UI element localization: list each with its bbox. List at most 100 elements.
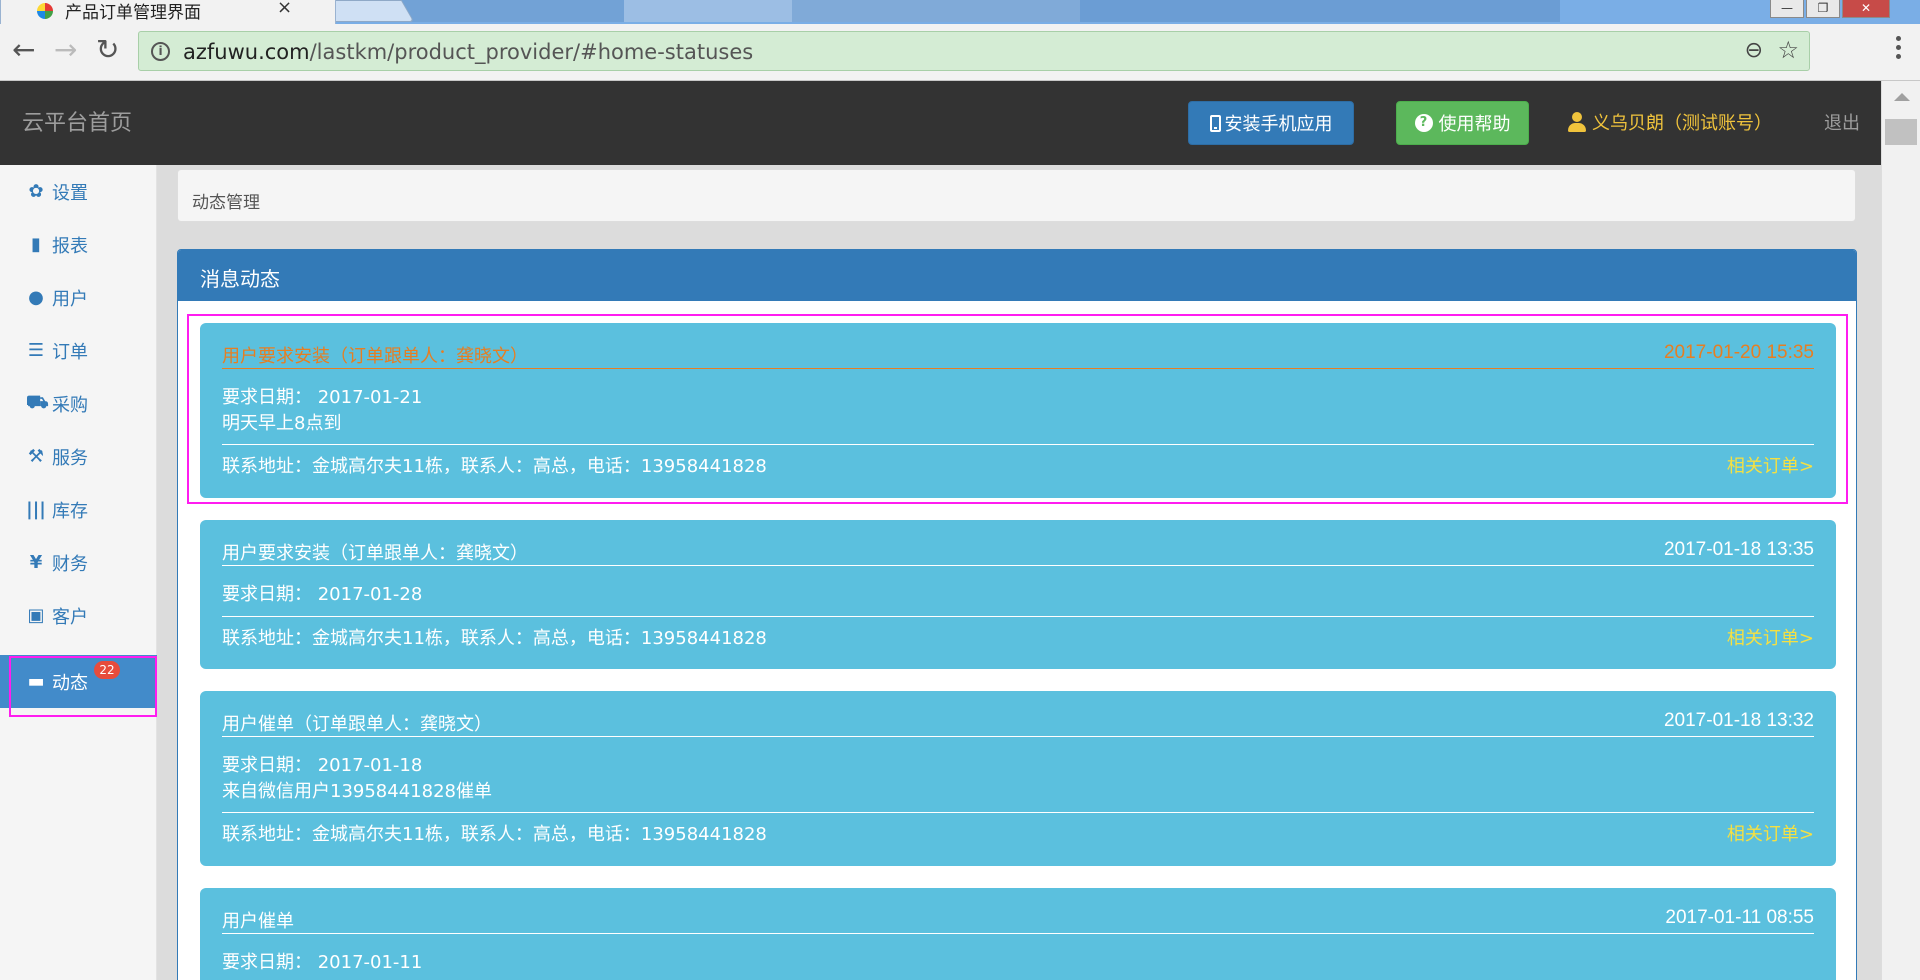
card-contact: 联系地址：金城高尔夫11栋，联系人：高总，电话：13958441828 — [222, 824, 767, 845]
card-time: 2017-01-11 08:55 — [1665, 907, 1814, 928]
card-date-line: 要求日期： 2017-01-18 — [222, 755, 423, 776]
card-header: 用户催单（订单跟单人：龚晓文） 2017-01-18 13:32 — [222, 710, 1814, 737]
sidebar-item-reports[interactable]: ▮ 报表 — [0, 218, 157, 271]
bar-chart-icon: ▮ — [31, 234, 41, 255]
card-header: 用户要求安装（订单跟单人：龚晓文） 2017-01-20 15:35 — [222, 342, 1814, 369]
breadcrumb: 动态管理 — [177, 169, 1856, 222]
help-label: 使用帮助 — [1438, 114, 1511, 135]
sidebar-item-purchasing[interactable]: ⛟ 采购 — [0, 377, 157, 430]
panel-title: 消息动态 — [178, 250, 1856, 301]
reload-icon[interactable]: ↻ — [96, 36, 119, 64]
info-icon[interactable]: i — [151, 42, 170, 61]
browser-tab[interactable]: 产品订单管理界面 × — [0, 0, 336, 24]
sidebar-item-label: 库存 — [52, 500, 88, 522]
mobile-phone-icon — [1209, 114, 1221, 132]
url-host: azfuwu.com — [183, 40, 310, 64]
yen-icon: ¥ — [29, 552, 43, 573]
sidebar-item-finance[interactable]: ¥ 财务 — [0, 536, 157, 589]
app-navbar: 云平台首页 安装手机应用 ? 使用帮助 义乌贝朗（测试账号） 退出 — [0, 81, 1881, 165]
browser-toolbar: ← → ↻ i azfuwu.com/lastkm/product_provid… — [0, 24, 1920, 81]
card-title: 用户要求安装（订单跟单人：龚晓文） — [222, 543, 528, 564]
card-date-line: 要求日期： 2017-01-21 — [222, 387, 423, 408]
brand-link[interactable]: 云平台首页 — [22, 105, 132, 137]
user-icon: ● — [28, 287, 44, 308]
related-order-link[interactable]: 相关订单> — [1727, 452, 1814, 478]
minimize-button[interactable]: — — [1770, 0, 1804, 18]
user-account-link[interactable]: 义乌贝朗（测试账号） — [1568, 109, 1772, 135]
install-app-button[interactable]: 安装手机应用 — [1188, 101, 1354, 145]
card-note: 明天早上8点到 — [222, 413, 342, 434]
list-icon: ☰ — [27, 340, 45, 361]
page-scrollbar[interactable] — [1881, 81, 1920, 980]
logout-link[interactable]: 退出 — [1824, 109, 1860, 135]
related-order-link[interactable]: 相关订单> — [1727, 624, 1814, 650]
sidebar-item-label: 客户 — [52, 606, 88, 628]
close-window-button[interactable]: ✕ — [1842, 0, 1890, 18]
card-divider — [222, 616, 1814, 617]
activity-card: 用户催单（订单跟单人：龚晓文） 2017-01-18 13:32 要求日期： 2… — [200, 691, 1836, 866]
briefcase-icon: ▣ — [27, 605, 45, 626]
background-tabs — [360, 0, 1560, 22]
sidebar: ✿ 设置 ▮ 报表 ● 用户 ☰ 订单 ⛟ 采购 ⚒ 服务 ||| 库存 ¥ 财… — [0, 165, 157, 980]
zoom-icon[interactable]: ⊖ — [1745, 38, 1763, 63]
gear-icon: ✿ — [28, 181, 44, 202]
question-circle-icon: ? — [1414, 114, 1433, 132]
activity-card: 用户要求安装（订单跟单人：龚晓文） 2017-01-18 13:35 要求日期：… — [200, 520, 1836, 669]
scroll-up-arrow-icon[interactable] — [1894, 93, 1910, 101]
window-controls: — ❐ ✕ — [1770, 0, 1920, 22]
maximize-button[interactable]: ❐ — [1806, 0, 1840, 18]
browser-menu-icon[interactable] — [1896, 36, 1902, 63]
sidebar-item-service[interactable]: ⚒ 服务 — [0, 430, 157, 483]
sidebar-item-label: 用户 — [52, 288, 88, 310]
related-order-link[interactable]: 相关订单> — [1727, 820, 1814, 846]
sidebar-item-label: 财务 — [52, 553, 88, 575]
forward-arrow-icon[interactable]: → — [54, 36, 77, 64]
sidebar-item-label: 服务 — [52, 447, 88, 469]
sidebar-item-settings[interactable]: ✿ 设置 — [0, 165, 157, 218]
card-title: 用户催单（订单跟单人：龚晓文） — [222, 714, 492, 735]
card-note: 来自微信用户13958441828催单 — [222, 781, 492, 802]
card-time: 2017-01-18 13:35 — [1663, 539, 1814, 560]
activity-card: 用户要求安装（订单跟单人：龚晓文） 2017-01-20 15:35 要求日期：… — [200, 323, 1836, 498]
card-date-line: 要求日期： 2017-01-28 — [222, 584, 423, 605]
card-time: 2017-01-20 15:35 — [1663, 342, 1814, 363]
sidebar-item-customers[interactable]: ▣ 客户 — [0, 589, 157, 642]
user-icon — [1568, 112, 1586, 132]
card-contact: 联系地址：金城高尔夫11栋，联系人：高总，电话：13958441828 — [222, 456, 767, 477]
card-title: 用户催单 — [222, 911, 294, 932]
activity-panel: 消息动态 用户要求安装（订单跟单人：龚晓文） 2017-01-20 15:35 … — [177, 249, 1857, 980]
card-divider — [222, 444, 1814, 445]
card-header: 用户催单 2017-01-11 08:55 — [222, 907, 1814, 934]
address-bar[interactable]: i azfuwu.com/lastkm/product_provider/#ho… — [138, 31, 1810, 71]
sidebar-item-inventory[interactable]: ||| 库存 — [0, 483, 157, 536]
url-text[interactable]: azfuwu.com/lastkm/product_provider/#home… — [183, 40, 753, 64]
sidebar-item-label: 报表 — [52, 235, 88, 257]
card-title: 用户要求安装（订单跟单人：龚晓文） — [222, 346, 528, 367]
help-button[interactable]: ? 使用帮助 — [1396, 101, 1529, 145]
tab-title: 产品订单管理界面 — [65, 3, 201, 23]
favicon-icon — [37, 3, 53, 19]
tab-close-icon[interactable]: × — [277, 0, 292, 18]
sidebar-item-label: 采购 — [52, 394, 88, 416]
bookmark-star-icon[interactable]: ☆ — [1777, 36, 1799, 64]
card-divider — [222, 812, 1814, 813]
back-arrow-icon[interactable]: ← — [12, 36, 35, 64]
wrench-icon: ⚒ — [27, 446, 45, 467]
sidebar-item-label: 设置 — [52, 182, 88, 204]
card-header: 用户要求安装（订单跟单人：龚晓文） 2017-01-18 13:35 — [222, 539, 1814, 566]
card-contact: 联系地址：金城高尔夫11栋，联系人：高总，电话：13958441828 — [222, 628, 767, 649]
browser-tab-bar: 产品订单管理界面 × — ❐ ✕ — [0, 0, 1920, 24]
highlight-box-sidebar — [9, 656, 157, 717]
scroll-thumb[interactable] — [1885, 119, 1917, 145]
cart-icon: ⛟ — [26, 391, 49, 413]
install-app-label: 安装手机应用 — [1224, 114, 1333, 135]
sidebar-item-orders[interactable]: ☰ 订单 — [0, 324, 157, 377]
main-content: 动态管理 消息动态 用户要求安装（订单跟单人：龚晓文） 2017-01-20 1… — [157, 165, 1881, 980]
sidebar-item-label: 订单 — [52, 341, 88, 363]
barcode-icon: ||| — [26, 499, 46, 520]
card-time: 2017-01-18 13:32 — [1663, 710, 1814, 731]
sidebar-item-users[interactable]: ● 用户 — [0, 271, 157, 324]
activity-card: 用户催单 2017-01-11 08:55 要求日期： 2017-01-11 — [200, 888, 1836, 980]
card-date-line: 要求日期： 2017-01-11 — [222, 952, 423, 973]
url-path: /lastkm/product_provider/#home-statuses — [309, 40, 754, 64]
